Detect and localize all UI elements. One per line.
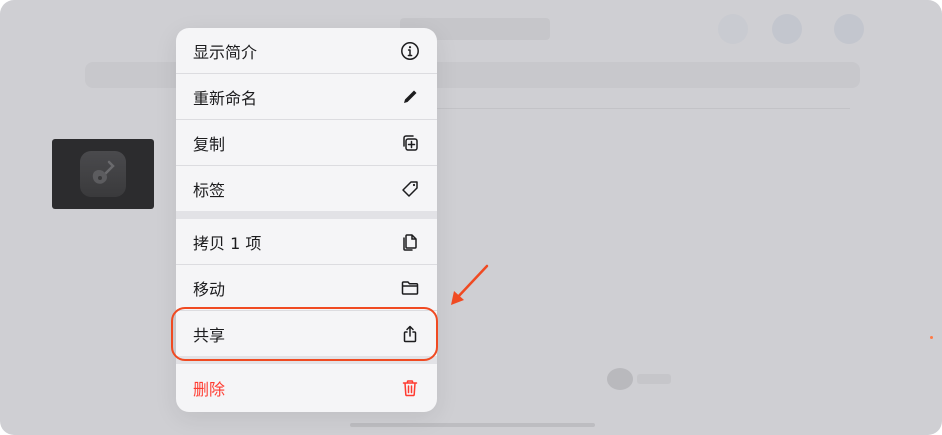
menu-group-separator — [176, 211, 437, 219]
menu-item-label: 拷贝 1 项 — [193, 233, 262, 253]
duplicate-icon — [400, 133, 420, 153]
divider — [430, 108, 850, 109]
menu-item-get-info[interactable]: 显示简介 — [176, 28, 437, 73]
menu-item-label: 重新命名 — [193, 88, 258, 108]
toolbar-button-blurred — [718, 14, 748, 44]
toolbar-button-blurred — [772, 14, 802, 44]
menu-item-label: 复制 — [193, 134, 226, 154]
copy-document-icon — [400, 232, 420, 252]
folder-icon — [400, 278, 420, 298]
menu-item-tags[interactable]: 标签 — [176, 166, 437, 211]
menu-item-delete[interactable]: 删除 — [176, 364, 437, 412]
menu-item-label: 显示简介 — [193, 42, 258, 62]
menu-item-label: 删除 — [193, 380, 226, 399]
toolbar-button-blurred — [834, 14, 864, 44]
menu-item-copy[interactable]: 拷贝 1 项 — [176, 219, 437, 264]
annotation-arrow-icon — [451, 264, 489, 305]
info-circle-icon — [400, 41, 420, 61]
menu-item-duplicate[interactable]: 复制 — [176, 120, 437, 165]
tag-icon — [400, 179, 420, 199]
annotation-highlight-share — [171, 307, 438, 361]
home-indicator — [350, 423, 595, 427]
pencil-icon — [400, 87, 420, 107]
file-thumbnail-blurred — [607, 368, 633, 390]
files-app-backdrop — [0, 0, 942, 435]
file-label-blurred — [637, 374, 671, 384]
file-thumbnail[interactable] — [52, 139, 154, 209]
menu-item-move[interactable]: 移动 — [176, 265, 437, 310]
menu-item-rename[interactable]: 重新命名 — [176, 74, 437, 119]
decorative-dot — [930, 336, 933, 339]
trash-icon — [400, 378, 420, 398]
garageband-guitar-icon — [80, 151, 126, 197]
menu-item-label: 标签 — [193, 180, 226, 200]
menu-item-label: 移动 — [193, 279, 226, 299]
